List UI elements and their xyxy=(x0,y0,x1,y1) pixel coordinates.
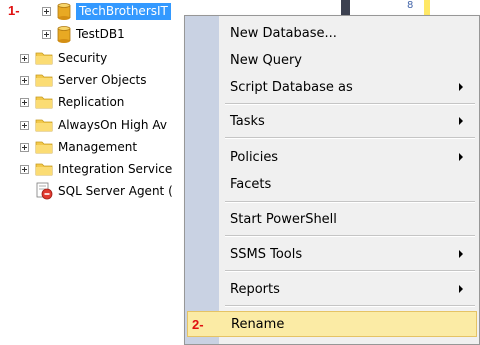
submenu-arrow-icon xyxy=(459,153,463,161)
expand-icon[interactable] xyxy=(20,75,29,85)
background-yellow-strip xyxy=(424,0,430,16)
background-pane-edge xyxy=(341,0,350,16)
menu-item-new-database[interactable]: New Database... xyxy=(187,20,477,46)
menu-item-label: Rename xyxy=(231,316,285,332)
tree-node-label[interactable]: Integration Service xyxy=(58,161,172,177)
database-icon xyxy=(57,2,71,20)
menu-item-new-query[interactable]: New Query xyxy=(187,47,477,73)
annotation-step-1: 1- xyxy=(8,3,20,18)
sql-agent-icon xyxy=(36,182,53,200)
menu-item-rename[interactable]: 2- Rename xyxy=(187,311,477,337)
folder-icon xyxy=(35,163,53,176)
expand-icon[interactable] xyxy=(42,6,51,16)
tree-node-label[interactable]: Server Objects xyxy=(58,72,147,88)
submenu-arrow-icon xyxy=(459,117,463,125)
tree-node-label[interactable]: TestDB1 xyxy=(76,26,125,42)
expand-icon[interactable] xyxy=(20,142,29,152)
menu-separator xyxy=(225,137,475,139)
tree-node-integration-services[interactable]: Integration Service xyxy=(20,159,172,179)
menu-item-start-powershell[interactable]: Start PowerShell xyxy=(187,206,477,232)
menu-item-reports[interactable]: Reports xyxy=(187,276,477,302)
expand-icon[interactable] xyxy=(20,120,29,130)
menu-item-tasks[interactable]: Tasks xyxy=(187,108,477,134)
folder-icon xyxy=(35,74,53,87)
expand-icon[interactable] xyxy=(20,97,29,107)
tree-node-management[interactable]: Management xyxy=(20,137,137,157)
folder-icon xyxy=(35,96,53,109)
menu-separator xyxy=(225,201,475,203)
menu-item-label: New Query xyxy=(230,52,302,68)
menu-separator xyxy=(225,103,475,105)
menu-item-label: Reports xyxy=(230,281,280,297)
folder-icon xyxy=(35,52,53,65)
menu-item-facets[interactable]: Facets xyxy=(187,171,477,197)
menu-item-policies[interactable]: Policies xyxy=(187,144,477,170)
database-icon xyxy=(57,25,71,43)
tree-node-label[interactable]: AlwaysOn High Av xyxy=(58,117,167,133)
tree-node-testdb1[interactable]: TestDB1 xyxy=(42,24,125,44)
tree-node-alwayson[interactable]: AlwaysOn High Av xyxy=(20,115,167,135)
menu-item-label: Script Database as xyxy=(230,79,353,95)
tree-node-label[interactable]: Security xyxy=(58,50,107,66)
tree-node-techbrothersit[interactable]: TechBrothersIT xyxy=(42,1,171,21)
expand-icon[interactable] xyxy=(42,29,51,39)
tree-node-label[interactable]: Management xyxy=(58,139,137,155)
tree-node-sql-server-agent[interactable]: SQL Server Agent ( xyxy=(35,181,173,201)
menu-separator xyxy=(225,270,475,272)
menu-item-label: SSMS Tools xyxy=(230,246,303,262)
menu-item-script-database-as[interactable]: Script Database as xyxy=(187,74,477,100)
expand-icon[interactable] xyxy=(20,164,29,174)
context-menu: New Database... New Query Script Databas… xyxy=(184,15,480,345)
menu-separator xyxy=(225,305,475,307)
tree-node-label[interactable]: SQL Server Agent ( xyxy=(58,183,173,199)
tree-node-label[interactable]: TechBrothersIT xyxy=(76,2,171,20)
expand-icon[interactable] xyxy=(20,53,29,63)
tree-node-security[interactable]: Security xyxy=(20,48,107,68)
menu-separator xyxy=(225,235,475,237)
background-digit: 8 xyxy=(407,0,414,11)
folder-icon xyxy=(35,141,53,154)
menu-item-label: Tasks xyxy=(230,113,265,129)
tree-node-label[interactable]: Replication xyxy=(58,94,124,110)
submenu-arrow-icon xyxy=(459,285,463,293)
menu-item-label: Policies xyxy=(230,149,279,165)
menu-item-label: Facets xyxy=(230,176,272,192)
object-explorer-tree: 1- TechBrothersIT TestDB1 Security Serve… xyxy=(0,0,190,345)
submenu-arrow-icon xyxy=(459,83,463,91)
tree-node-server-objects[interactable]: Server Objects xyxy=(20,70,147,90)
annotation-step-2: 2- xyxy=(192,317,204,332)
submenu-arrow-icon xyxy=(459,250,463,258)
menu-item-label: Start PowerShell xyxy=(230,211,337,227)
tree-node-replication[interactable]: Replication xyxy=(20,92,124,112)
folder-icon xyxy=(35,119,53,132)
menu-item-ssms-tools[interactable]: SSMS Tools xyxy=(187,241,477,267)
menu-item-label: New Database... xyxy=(230,25,337,41)
